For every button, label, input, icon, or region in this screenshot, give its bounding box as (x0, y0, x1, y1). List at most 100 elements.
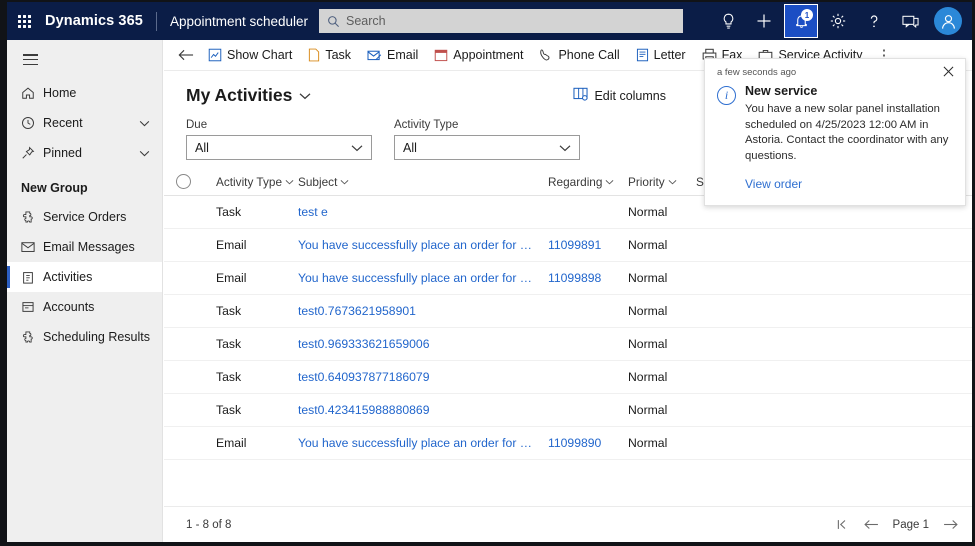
sidebar-item-pinned[interactable]: Pinned (7, 138, 162, 168)
show-chart-button[interactable]: Show Chart (200, 40, 300, 71)
cell-activity-type: Task (216, 304, 298, 318)
top-navigation-bar: Dynamics 365 Appointment scheduler Searc… (7, 2, 972, 40)
cell-subject-link[interactable]: You have successfully place an order for… (298, 238, 548, 252)
next-page-icon[interactable] (943, 519, 958, 530)
select-all-checkbox[interactable] (176, 174, 216, 189)
cell-subject-link[interactable]: You have successfully place an order for… (298, 436, 548, 450)
appointment-button[interactable]: Appointment (426, 40, 531, 71)
column-header-subject[interactable]: Subject (298, 175, 548, 189)
task-icon (308, 48, 320, 62)
sidebar-item-email-messages[interactable]: Email Messages (7, 232, 162, 262)
cell-priority: Normal (628, 238, 696, 252)
cell-regarding-link[interactable]: 11099890 (548, 436, 628, 450)
task-button[interactable]: Task (300, 40, 359, 71)
activity-type-dropdown[interactable]: All (394, 135, 580, 160)
table-row[interactable]: Email You have successfully place an ord… (164, 229, 972, 262)
left-sidebar: Home Recent Pinned New Group (7, 40, 163, 542)
email-icon (367, 49, 382, 62)
cell-subject-link[interactable]: test0.969333621659006 (298, 337, 548, 351)
sidebar-item-label: Pinned (43, 146, 139, 160)
select-all-circle-icon[interactable] (176, 174, 191, 189)
bell-icon[interactable]: 1 (784, 4, 818, 38)
sidebar-item-label: Accounts (43, 300, 162, 314)
top-bar-actions: 1 (710, 2, 966, 40)
edit-columns-button[interactable]: Edit columns (573, 87, 666, 104)
chevron-down-icon[interactable] (139, 150, 150, 157)
page-title: My Activities (186, 85, 292, 106)
sidebar-item-label: Email Messages (43, 240, 162, 254)
table-row[interactable]: Task test0.7673621958901 Normal (164, 295, 972, 328)
cell-priority: Normal (628, 271, 696, 285)
clock-icon (21, 116, 43, 130)
app-launcher-icon[interactable] (7, 2, 41, 40)
search-input[interactable]: Search (319, 9, 683, 33)
avatar[interactable] (934, 7, 962, 35)
lightbulb-icon[interactable] (710, 2, 746, 40)
command-label: Email (387, 48, 418, 62)
pagination: Page 1 (837, 519, 958, 531)
cell-activity-type: Task (216, 337, 298, 351)
chevron-down-icon (340, 179, 349, 185)
hamburger-icon[interactable] (7, 40, 162, 78)
feedback-icon[interactable] (892, 2, 928, 40)
plus-icon[interactable] (746, 2, 782, 40)
sidebar-item-home[interactable]: Home (7, 78, 162, 108)
toast-timestamp: a few seconds ago (717, 65, 940, 78)
column-header-regarding[interactable]: Regarding (548, 175, 628, 189)
sidebar-item-activities[interactable]: Activities (7, 262, 162, 292)
account-icon (21, 300, 43, 314)
notification-toast: a few seconds ago i New service You have… (704, 58, 966, 206)
cell-regarding-link[interactable]: 11099898 (548, 271, 628, 285)
sidebar-item-label: Activities (43, 270, 162, 284)
app-name[interactable]: Appointment scheduler (170, 14, 308, 29)
cell-subject-link[interactable]: test e (298, 205, 548, 219)
previous-page-icon[interactable] (864, 519, 879, 530)
chevron-down-icon[interactable] (299, 92, 311, 100)
sidebar-item-service-orders[interactable]: Service Orders (7, 202, 162, 232)
chevron-down-icon (285, 179, 294, 185)
puzzle-icon (21, 330, 43, 344)
edit-columns-label: Edit columns (594, 89, 666, 103)
toast-header: a few seconds ago (705, 59, 965, 80)
due-dropdown[interactable]: All (186, 135, 372, 160)
letter-icon (636, 48, 649, 62)
cell-subject-link[interactable]: test0.423415988880869 (298, 403, 548, 417)
cell-regarding-link[interactable]: 11099891 (548, 238, 628, 252)
filter-label: Due (186, 119, 372, 131)
table-row[interactable]: Email You have successfully place an ord… (164, 427, 972, 460)
brand-title[interactable]: Dynamics 365 (45, 13, 143, 29)
calendar-icon (434, 48, 448, 62)
activity-type-dropdown-value: All (403, 141, 559, 155)
table-row[interactable]: Task test0.423415988880869 Normal (164, 394, 972, 427)
column-header-priority[interactable]: Priority (628, 175, 696, 189)
sidebar-item-recent[interactable]: Recent (7, 108, 162, 138)
app-window: Dynamics 365 Appointment scheduler Searc… (0, 0, 975, 546)
table-row[interactable]: Task test0.969333621659006 Normal (164, 328, 972, 361)
cell-subject-link[interactable]: You have successfully place an order for… (298, 271, 548, 285)
cell-subject-link[interactable]: test0.7673621958901 (298, 304, 548, 318)
chevron-down-icon[interactable] (139, 120, 150, 127)
header-divider (156, 12, 157, 31)
sidebar-item-accounts[interactable]: Accounts (7, 292, 162, 322)
puzzle-icon (21, 210, 43, 224)
close-icon[interactable] (940, 65, 957, 80)
first-page-icon[interactable] (837, 519, 850, 530)
email-button[interactable]: Email (359, 40, 426, 71)
toast-content: New service You have a new solar panel i… (745, 84, 951, 191)
table-row[interactable]: Task test0.640937877186079 Normal (164, 361, 972, 394)
column-header-activity-type[interactable]: Activity Type (216, 175, 298, 189)
back-arrow-icon[interactable] (172, 49, 200, 61)
gear-icon[interactable] (820, 2, 856, 40)
table-row[interactable]: Email You have successfully place an ord… (164, 262, 972, 295)
sidebar-item-scheduling-results[interactable]: Scheduling Results (7, 322, 162, 352)
command-label: Phone Call (558, 48, 619, 62)
chevron-down-icon (668, 179, 677, 185)
phone-call-button[interactable]: Phone Call (531, 40, 627, 71)
question-icon[interactable] (856, 2, 892, 40)
view-order-link[interactable]: View order (745, 177, 951, 191)
column-header-label: Activity Type (216, 175, 282, 189)
cell-subject-link[interactable]: test0.640937877186079 (298, 370, 548, 384)
due-dropdown-value: All (195, 141, 351, 155)
chevron-down-icon (351, 144, 363, 152)
letter-button[interactable]: Letter (628, 40, 694, 71)
